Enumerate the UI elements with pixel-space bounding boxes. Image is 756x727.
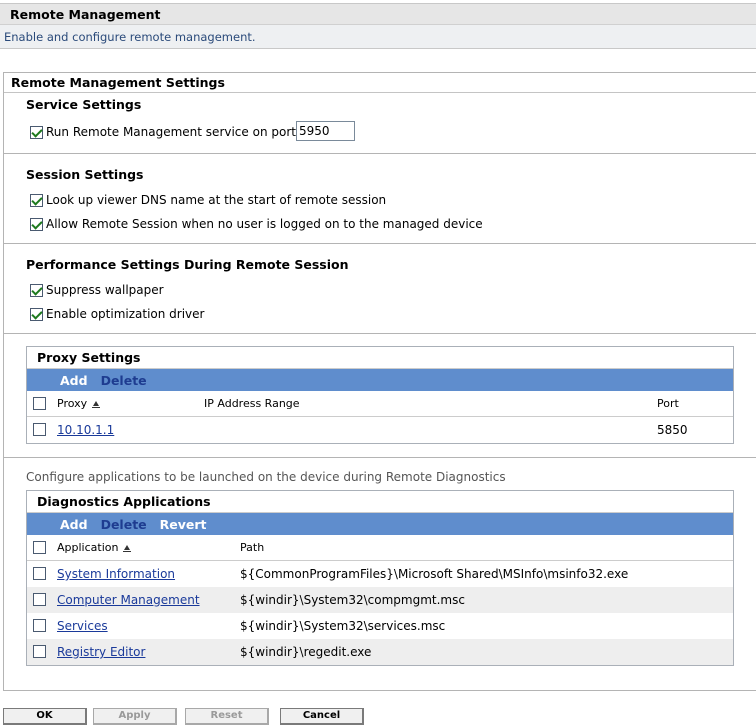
apply-button[interactable]: Apply <box>93 708 177 725</box>
allow-no-user-row: Allow Remote Session when no user is log… <box>30 216 483 232</box>
diagnostics-note: Configure applications to be launched on… <box>26 470 506 484</box>
sort-ascending-icon <box>92 401 101 408</box>
run-service-checkbox[interactable] <box>30 125 43 139</box>
proxy-table-header: Proxy IP Address Range Port <box>27 391 733 417</box>
performance-settings-title: Performance Settings During Remote Sessi… <box>26 257 349 272</box>
diagnostics-table-header: Application Path <box>27 535 733 561</box>
session-settings-title: Session Settings <box>26 167 144 182</box>
proxy-settings-title: Proxy Settings <box>27 347 733 369</box>
row-checkbox[interactable] <box>33 619 46 632</box>
path-cell: ${CommonProgramFiles}\Microsoft Shared\M… <box>240 567 629 581</box>
application-link[interactable]: Registry Editor <box>57 645 145 659</box>
port-column-header: Port <box>657 397 679 410</box>
suppress-wallpaper-label: Suppress wallpaper <box>46 283 164 297</box>
service-settings-title: Service Settings <box>26 97 142 112</box>
table-row: Registry Editor ${windir}\regedit.exe <box>27 639 733 665</box>
application-link[interactable]: Computer Management <box>57 593 200 607</box>
proxy-add-button[interactable]: Add <box>60 373 88 388</box>
lookup-dns-label: Look up viewer DNS name at the start of … <box>46 193 387 207</box>
port-input[interactable] <box>296 121 355 141</box>
row-checkbox[interactable] <box>33 593 46 606</box>
divider <box>4 457 756 458</box>
table-row: Services ${windir}\System32\services.msc <box>27 613 733 639</box>
allow-no-user-checkbox[interactable] <box>30 217 43 231</box>
lookup-dns-checkbox[interactable] <box>30 193 43 207</box>
path-column-header: Path <box>240 541 265 554</box>
proxy-column-header[interactable]: Proxy <box>57 397 101 410</box>
page-title: Remote Management <box>0 3 756 25</box>
cancel-button[interactable]: Cancel <box>280 708 364 725</box>
path-cell: ${windir}\System32\services.msc <box>240 619 446 633</box>
divider <box>4 153 756 154</box>
diagnostics-applications-table: Diagnostics Applications Add Delete Reve… <box>26 490 734 666</box>
ok-button[interactable]: OK <box>3 708 87 725</box>
row-checkbox[interactable] <box>33 645 46 658</box>
application-link[interactable]: System Information <box>57 567 175 581</box>
diagnostics-toolbar: Add Delete Revert <box>27 513 733 535</box>
settings-panel-title: Remote Management Settings <box>4 73 756 93</box>
port-cell: 5850 <box>657 423 688 437</box>
proxy-toolbar: Add Delete <box>27 369 733 391</box>
diagnostics-title: Diagnostics Applications <box>27 491 733 513</box>
divider <box>4 333 756 334</box>
table-row: System Information ${CommonProgramFiles}… <box>27 561 733 587</box>
run-service-row: Run Remote Management service on port <box>30 124 296 140</box>
page-description: Enable and configure remote management. <box>0 25 756 49</box>
row-checkbox[interactable] <box>33 423 46 436</box>
proxy-delete-button[interactable]: Delete <box>101 373 147 388</box>
optimization-driver-label: Enable optimization driver <box>46 307 205 321</box>
reset-button[interactable]: Reset <box>185 708 269 725</box>
run-service-label: Run Remote Management service on port <box>46 125 296 139</box>
proxy-settings-table: Proxy Settings Add Delete Proxy IP Addre… <box>26 346 734 444</box>
application-link[interactable]: Services <box>57 619 108 633</box>
diagnostics-add-button[interactable]: Add <box>60 517 88 532</box>
diagnostics-revert-button[interactable]: Revert <box>160 517 207 532</box>
optimization-driver-row: Enable optimization driver <box>30 306 204 322</box>
proxy-select-all-checkbox[interactable] <box>33 397 46 410</box>
suppress-wallpaper-row: Suppress wallpaper <box>30 282 164 298</box>
sort-ascending-icon <box>123 545 132 552</box>
path-cell: ${windir}\regedit.exe <box>240 645 372 659</box>
allow-no-user-label: Allow Remote Session when no user is log… <box>46 217 483 231</box>
diagnostics-select-all-checkbox[interactable] <box>33 541 46 554</box>
suppress-wallpaper-checkbox[interactable] <box>30 283 43 297</box>
proxy-link[interactable]: 10.10.1.1 <box>57 423 114 437</box>
application-column-header[interactable]: Application <box>57 541 132 554</box>
ip-range-column-header: IP Address Range <box>204 397 300 410</box>
action-button-bar: OK Apply Reset Cancel <box>0 707 756 727</box>
path-cell: ${windir}\System32\compmgmt.msc <box>240 593 465 607</box>
table-row: 10.10.1.1 5850 <box>27 417 733 443</box>
lookup-dns-row: Look up viewer DNS name at the start of … <box>30 192 386 208</box>
diagnostics-delete-button[interactable]: Delete <box>101 517 147 532</box>
row-checkbox[interactable] <box>33 567 46 580</box>
table-row: Computer Management ${windir}\System32\c… <box>27 587 733 613</box>
divider <box>4 243 756 244</box>
optimization-driver-checkbox[interactable] <box>30 307 43 321</box>
